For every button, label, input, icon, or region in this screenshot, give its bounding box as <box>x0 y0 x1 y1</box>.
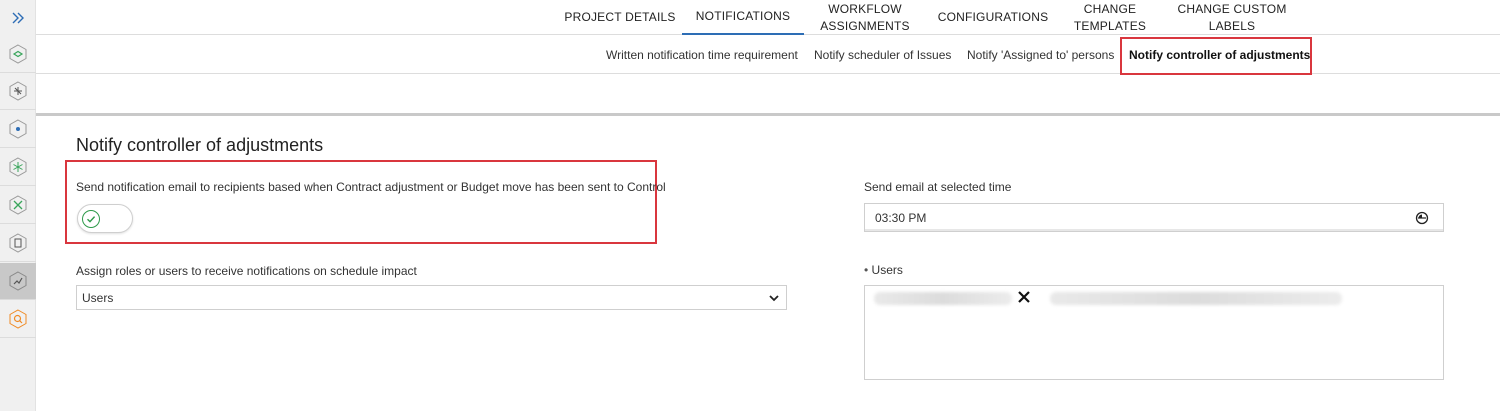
redacted-user-chip <box>874 292 1012 305</box>
rail-item-7[interactable] <box>0 263 36 300</box>
tab-workflow-assignments[interactable]: WORKFLOW ASSIGNMENTS <box>810 0 920 35</box>
toggle-knob <box>82 210 100 228</box>
rail-item-8[interactable] <box>0 301 36 338</box>
rail-item-5[interactable] <box>0 187 36 224</box>
users-label-row: • Users <box>864 263 903 277</box>
hexagon-chart-icon <box>9 271 27 291</box>
required-marker: • <box>864 263 869 277</box>
hexagon-network-icon <box>9 81 27 101</box>
rail-item-3[interactable] <box>0 111 36 148</box>
subtab-written-notification-time[interactable]: Written notification time requirement <box>606 36 798 74</box>
tab-project-details[interactable]: PROJECT DETAILS <box>564 0 676 35</box>
redacted-user-email <box>1050 292 1342 305</box>
hexagon-sparkle-icon <box>9 157 27 177</box>
section-divider <box>36 113 1500 116</box>
clock-icon[interactable] <box>1415 211 1429 225</box>
app: PROJECT DETAILS NOTIFICATIONS WORKFLOW A… <box>0 0 1500 411</box>
time-value: 03:30 PM <box>875 210 927 225</box>
check-icon <box>87 216 96 223</box>
page-title: Notify controller of adjustments <box>76 135 324 155</box>
notification-toggle[interactable] <box>77 204 133 233</box>
expand-rail-button[interactable] <box>0 0 35 36</box>
chevron-down-icon <box>769 295 779 302</box>
tab-notifications[interactable]: NOTIFICATIONS <box>682 0 804 35</box>
rail-item-1[interactable] <box>0 36 36 73</box>
sub-tab-bar: Written notification time requirement No… <box>36 36 1500 74</box>
subtab-notify-scheduler[interactable]: Notify scheduler of Issues <box>814 36 951 74</box>
hexagon-layers-icon <box>9 44 27 64</box>
hexagon-tools-icon <box>9 195 27 215</box>
rail-item-2[interactable] <box>0 73 36 110</box>
assign-select-value: Users <box>82 290 114 305</box>
toggle-label: Send notification email to recipients ba… <box>76 180 666 194</box>
close-icon[interactable] <box>1017 290 1031 304</box>
rail-item-6[interactable] <box>0 225 36 262</box>
highlight-box-toggle <box>65 160 657 244</box>
subtab-notify-assigned-to[interactable]: Notify 'Assigned to' persons <box>967 36 1114 74</box>
double-chevron-right-icon <box>12 12 24 24</box>
time-label: Send email at selected time <box>864 180 1012 194</box>
users-label: Users <box>871 263 903 277</box>
tab-change-custom-labels[interactable]: CHANGE CUSTOM LABELS <box>1174 0 1290 35</box>
time-input[interactable]: 03:30 PM <box>864 203 1444 232</box>
assign-select[interactable]: Users <box>76 285 787 310</box>
rail-item-4[interactable] <box>0 149 36 186</box>
top-tab-bar: PROJECT DETAILS NOTIFICATIONS WORKFLOW A… <box>36 0 1500 35</box>
hexagon-document-icon <box>9 233 27 253</box>
tab-configurations[interactable]: CONFIGURATIONS <box>934 0 1052 35</box>
assign-label: Assign roles or users to receive notific… <box>76 264 417 278</box>
tab-change-templates[interactable]: CHANGE TEMPLATES <box>1050 0 1170 35</box>
subtab-notify-controller[interactable]: Notify controller of adjustments <box>1129 36 1310 74</box>
left-rail <box>0 0 36 411</box>
hexagon-target-icon <box>9 119 27 139</box>
hexagon-search-icon <box>9 309 27 329</box>
